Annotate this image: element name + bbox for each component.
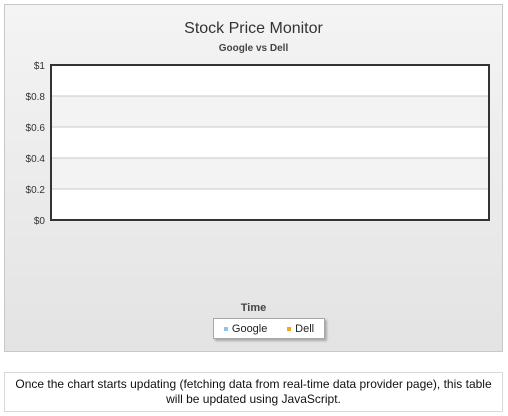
info-table: Once the chart starts updating (fetching… — [4, 372, 503, 412]
chart-legend: Google Dell — [213, 318, 325, 339]
y-tick-label: $0.6 — [26, 123, 46, 134]
y-tick-label: $0.8 — [26, 92, 46, 103]
legend-label-dell: Dell — [295, 322, 315, 335]
legend-swatch-google — [223, 326, 228, 331]
legend-label-google: Google — [231, 322, 268, 335]
y-tick-label: $1 — [34, 61, 46, 72]
y-tick-label: $0.2 — [26, 185, 46, 196]
legend-entry-dell: Dell — [287, 323, 314, 335]
plot-band — [51, 96, 489, 127]
x-axis-label: Time — [240, 302, 267, 314]
y-tick-label: $0 — [34, 216, 46, 227]
legend-swatch-dell — [287, 326, 292, 331]
plot-band — [51, 189, 489, 220]
plot-band — [51, 65, 489, 96]
plot-band — [51, 158, 489, 189]
legend-entry-google: Google — [223, 322, 268, 335]
plot-band — [51, 127, 489, 158]
chart-plot: $0 $0.2 $0.4 $0.6 $0.8 $1 — [26, 61, 490, 227]
y-tick-label: $0.4 — [26, 154, 46, 165]
info-text: Once the chart starts updating (fetching… — [15, 377, 492, 406]
chart-panel: Stock Price Monitor Google vs Dell $0 $0.… — [4, 4, 503, 352]
